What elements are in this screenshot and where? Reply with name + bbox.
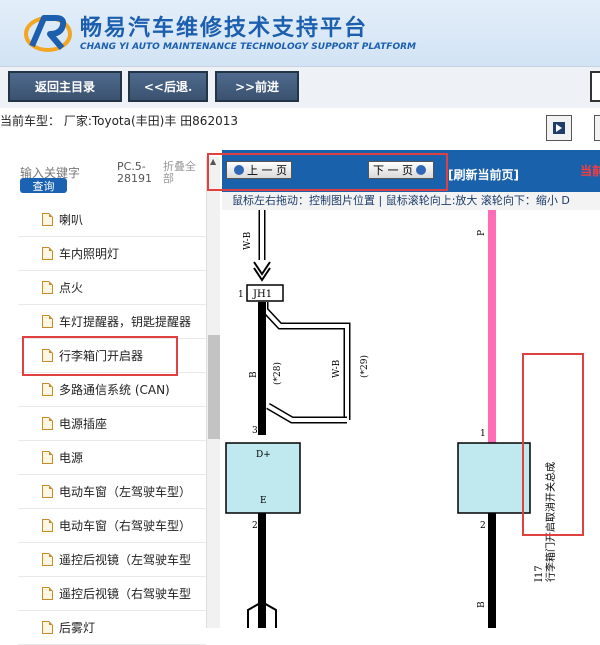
selected-item-highlight [22, 336, 178, 376]
document-icon [42, 281, 53, 294]
block-label: E [260, 496, 267, 506]
tree-item-label: 电动车窗（右驾驶车型） [59, 519, 192, 533]
current-label: 当前 [580, 164, 600, 178]
tree-item[interactable]: 电动车窗（右驾驶车型） [18, 509, 206, 543]
document-icon [42, 247, 53, 260]
tree-item-label: 遥控后视镜（左驾驶车型 [59, 553, 192, 567]
wire-b-right-label: B [477, 601, 487, 608]
back-button[interactable]: <<后退. [128, 71, 208, 102]
document-icon [42, 451, 53, 464]
pin-label: 1 [480, 429, 486, 439]
wire-wb-top-label: W-B [243, 231, 253, 250]
pc-label: PC.5-28191 [117, 160, 152, 185]
tree-item[interactable]: 车内照明灯 [18, 237, 206, 271]
tag-28-label: (*28) [272, 362, 283, 385]
tree-item-label: 多路通信系统 (CAN) [59, 383, 170, 397]
pin-label: 2 [252, 521, 258, 531]
pin-label: 3 [252, 426, 258, 436]
tree-item[interactable]: 遥控后视镜（右驾驶车型 [18, 577, 206, 611]
document-icon [42, 587, 53, 600]
connector-jh1-label: JH1 [252, 289, 272, 300]
tree-item-label: 电源插座 [59, 417, 108, 431]
tree-item-label: 电动车窗（左驾驶车型） [59, 485, 192, 499]
vehicle-info: 当前车型： 厂家:Toyota(丰田)丰 田862013 [0, 114, 238, 128]
wire-b-left-label: B [249, 371, 259, 378]
tree-item[interactable]: 多路通信系统 (CAN) [18, 373, 206, 407]
tree-item-label: 喇叭 [59, 213, 84, 227]
sidebar: 输入关键字 查询 PC.5-28191 折叠全部 喇叭 车内照明灯 点火 车灯提… [0, 150, 222, 645]
home-button[interactable]: 返回主目录 [8, 71, 122, 102]
tree-item[interactable]: 电源插座 [18, 407, 206, 441]
tag-29-label: (*29) [359, 355, 370, 378]
topic-tree: 喇叭 车内照明灯 点火 车灯提醒器，钥匙提醒器 行李箱门开启器 多路通信系统 (… [18, 203, 206, 645]
wire-wb-mid-label: W-B [332, 359, 342, 378]
component-id-label: I17 [534, 565, 545, 582]
tree-item-label: 车灯提醒器，钥匙提醒器 [59, 315, 192, 329]
document-icon [42, 383, 53, 396]
document-icon [42, 485, 53, 498]
app-header: 畅易汽车维修技术支持平台 CHANG YI AUTO MAINTENANCE T… [0, 0, 600, 66]
refresh-page-link[interactable]: [刷新当前页] [448, 166, 519, 183]
logo-icon [24, 15, 72, 52]
app-title: 畅易汽车维修技术支持平台 [80, 16, 369, 41]
sidebar-scrollbar[interactable]: ▲ [206, 157, 220, 628]
component-block-right [457, 442, 531, 514]
tree-item-label: 电源 [59, 451, 84, 465]
secondary-nav-button[interactable] [594, 115, 600, 141]
tree-item[interactable]: 点火 [18, 271, 206, 305]
play-icon [553, 122, 565, 134]
document-icon [42, 553, 53, 566]
toolbar-overflow-button[interactable] [590, 71, 600, 102]
tree-item[interactable]: 喇叭 [18, 203, 206, 237]
wire-p-label: P [477, 230, 487, 236]
tree-item[interactable]: 后雾灯 [18, 611, 206, 645]
block-label: D+ [256, 450, 271, 460]
page-nav-highlight [207, 153, 448, 191]
play-button[interactable] [546, 115, 572, 141]
scroll-thumb[interactable] [208, 335, 220, 439]
component-label-highlight [522, 353, 584, 536]
tree-item[interactable]: 遥控后视镜（左驾驶车型 [18, 543, 206, 577]
tree-item[interactable]: 车灯提醒器，钥匙提醒器 [18, 305, 206, 339]
document-icon [42, 417, 53, 430]
tree-item-label: 车内照明灯 [59, 247, 120, 261]
main-toolbar: 返回主目录 <<后退. >>前进 [0, 66, 600, 108]
document-icon [42, 519, 53, 532]
pin-label: 2 [480, 521, 486, 531]
search-button[interactable]: 查询 [20, 178, 67, 193]
tree-item-label: 遥控后视镜（右驾驶车型 [59, 587, 192, 601]
document-icon [42, 213, 53, 226]
tree-item[interactable]: 电源 [18, 441, 206, 475]
document-icon [42, 315, 53, 328]
tree-item-label: 点火 [59, 281, 84, 295]
mouse-hint: 鼠标左右拖动：控制图片位置 | 鼠标滚轮向上:放大 滚轮向下：缩小 D [222, 192, 600, 210]
app-subtitle: CHANG YI AUTO MAINTENANCE TECHNOLOGY SUP… [80, 42, 416, 52]
collapse-all-link[interactable]: 折叠全部 [163, 161, 203, 185]
tree-item[interactable]: 电动车窗（左驾驶车型） [18, 475, 206, 509]
pin-label: 1 [238, 290, 244, 300]
forward-button[interactable]: >>前进 [215, 71, 299, 102]
